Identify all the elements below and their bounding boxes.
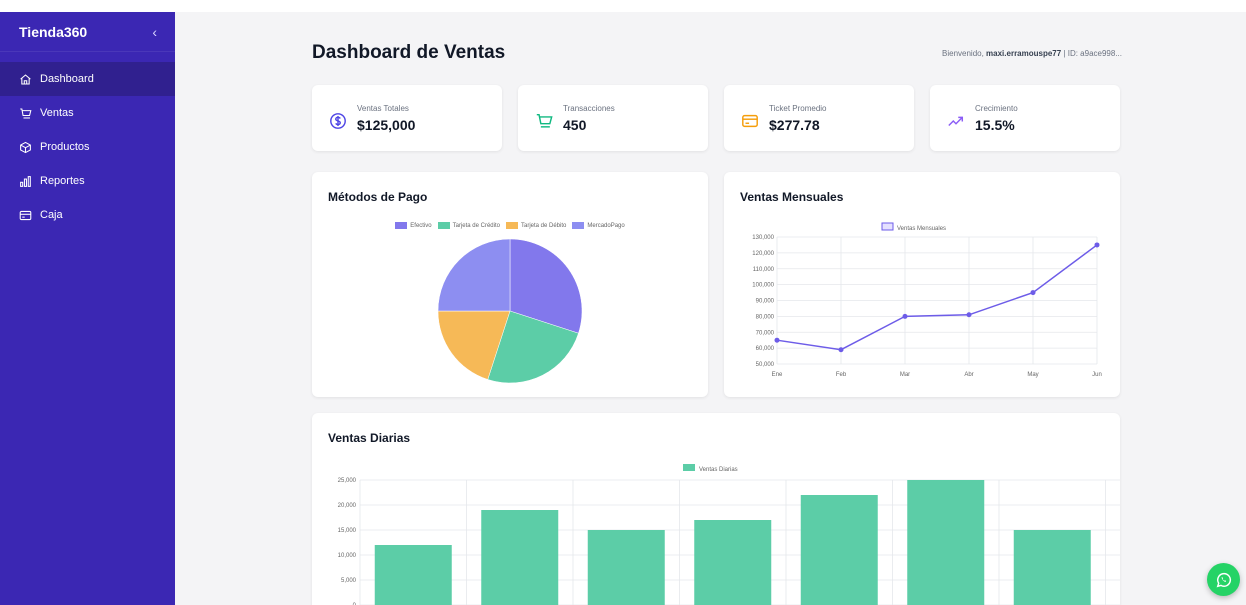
- sidebar-item-caja[interactable]: Caja: [0, 198, 175, 232]
- sidebar-header: Tienda360 ‹: [0, 12, 175, 52]
- legend-swatch: [881, 222, 894, 231]
- bar-chart-icon: [20, 175, 31, 187]
- stat-card-transacciones: Transacciones 450: [518, 85, 708, 151]
- y-tick-label: 110,000: [753, 267, 775, 273]
- pie-slice: [437, 238, 511, 312]
- x-tick-label: Jun: [1092, 372, 1102, 378]
- legend-label: Ventas Mensuales: [897, 226, 946, 232]
- sidebar-item-label: Ventas: [40, 107, 74, 119]
- sidebar-item-productos[interactable]: Productos: [0, 130, 175, 164]
- sidebar-item-label: Dashboard: [40, 73, 94, 85]
- stat-card-crecimiento: Crecimiento 15.5%: [930, 85, 1120, 151]
- stat-label: Ventas Totales: [357, 103, 409, 113]
- y-tick-label: 80,000: [756, 314, 775, 320]
- x-tick-label: Abr: [964, 372, 973, 378]
- stat-label: Crecimiento: [975, 103, 1018, 113]
- y-tick-label: 120,000: [752, 251, 774, 257]
- sidebar-item-ventas[interactable]: Ventas: [0, 96, 175, 130]
- credit-card-icon: [742, 114, 758, 128]
- stat-card-ticket-promedio: Ticket Promedio $277.78: [724, 85, 914, 151]
- bar: [374, 545, 452, 605]
- sidebar-nav: Dashboard Ventas Productos Reportes Caja: [0, 62, 175, 232]
- bar: [907, 480, 985, 605]
- y-tick-label: 15,000: [338, 528, 357, 534]
- bar-chart: Ventas Diarias 25,000 20,000 15,000 10,000 5,…: [338, 464, 1120, 605]
- stat-value: 450: [563, 116, 587, 133]
- x-tick-label: Mar: [900, 372, 910, 378]
- sidebar-item-label: Caja: [40, 209, 63, 221]
- stat-value: $125,000: [357, 116, 416, 133]
- y-tick-label: 50,000: [756, 362, 775, 368]
- cash-register-icon: [19, 210, 32, 220]
- page-title: Dashboard de Ventas: [312, 42, 506, 63]
- stat-label: Transacciones: [563, 103, 615, 113]
- y-tick-label: 5,000: [341, 578, 357, 584]
- legend-swatch: [683, 464, 695, 471]
- bar: [587, 530, 665, 605]
- trending-up-icon: [948, 116, 964, 127]
- data-point: [902, 313, 908, 319]
- sidebar: Tienda360 ‹ Dashboard Ventas Productos R…: [0, 12, 175, 605]
- data-point: [774, 337, 780, 343]
- username: maxi.erramouspe77: [986, 49, 1062, 58]
- collapse-sidebar-icon[interactable]: ‹: [152, 24, 157, 40]
- data-point: [838, 347, 844, 353]
- daily-sales-card: Ventas Diarias Ventas Diarias 25,000 20,00…: [312, 413, 1120, 605]
- stat-value: 15.5%: [975, 116, 1015, 133]
- y-tick-label: 10,000: [338, 553, 357, 559]
- dollar-circle-icon: [330, 113, 346, 129]
- whatsapp-button[interactable]: [1207, 563, 1240, 596]
- stat-card-ventas-totales: Ventas Totales $125,000: [312, 85, 502, 151]
- pie-chart: [437, 238, 583, 384]
- sidebar-item-dashboard[interactable]: Dashboard: [0, 62, 175, 96]
- y-tick-label: 100,000: [752, 283, 774, 289]
- user-id: | ID: a9ace998...: [1063, 49, 1122, 58]
- welcome-text: Bienvenido, maxi.erramouspe77 | ID: a9ac…: [942, 49, 1122, 58]
- y-tick-label: 20,000: [338, 503, 357, 509]
- y-tick-label: 25,000: [338, 478, 357, 484]
- bar: [481, 510, 559, 605]
- sidebar-item-label: Productos: [40, 141, 90, 153]
- series-line: [776, 244, 1098, 351]
- monthly-sales-card: Ventas Mensuales Ventas Mensuales 130,000…: [724, 172, 1120, 397]
- y-tick-label: 70,000: [756, 330, 775, 336]
- cart-icon: [20, 108, 32, 118]
- x-tick-label: Ene: [772, 372, 783, 378]
- home-icon: [20, 73, 31, 84]
- legend-label: Ventas Diarias: [699, 467, 738, 473]
- bar: [800, 495, 878, 605]
- data-point: [1030, 290, 1036, 296]
- sidebar-item-label: Reportes: [40, 175, 85, 187]
- stat-value: $277.78: [769, 116, 820, 133]
- y-tick-label: 90,000: [756, 299, 775, 305]
- welcome-prefix: Bienvenido,: [942, 49, 984, 58]
- x-tick-label: May: [1027, 372, 1038, 378]
- x-tick-label: Feb: [836, 372, 847, 378]
- y-tick-label: 130,000: [752, 235, 774, 241]
- bar: [1013, 530, 1091, 605]
- sidebar-item-reportes[interactable]: Reportes: [0, 164, 175, 198]
- payment-methods-card: Métodos de Pago Efectivo Tarjeta de Créd…: [312, 172, 708, 397]
- bar: [694, 520, 772, 605]
- main-content: Dashboard de Ventas Bienvenido, maxi.err…: [175, 12, 1246, 605]
- data-point: [966, 312, 972, 318]
- brand-name: Tienda360: [19, 23, 88, 40]
- stat-label: Ticket Promedio: [769, 103, 827, 113]
- y-tick-label: 60,000: [756, 346, 775, 352]
- cart-icon: [536, 113, 553, 128]
- whatsapp-icon: [1216, 572, 1231, 587]
- line-chart: Ventas Mensuales 130,000 120,000 110,000 100…: [752, 222, 1102, 378]
- box-icon: [20, 141, 31, 153]
- data-point: [1094, 242, 1100, 248]
